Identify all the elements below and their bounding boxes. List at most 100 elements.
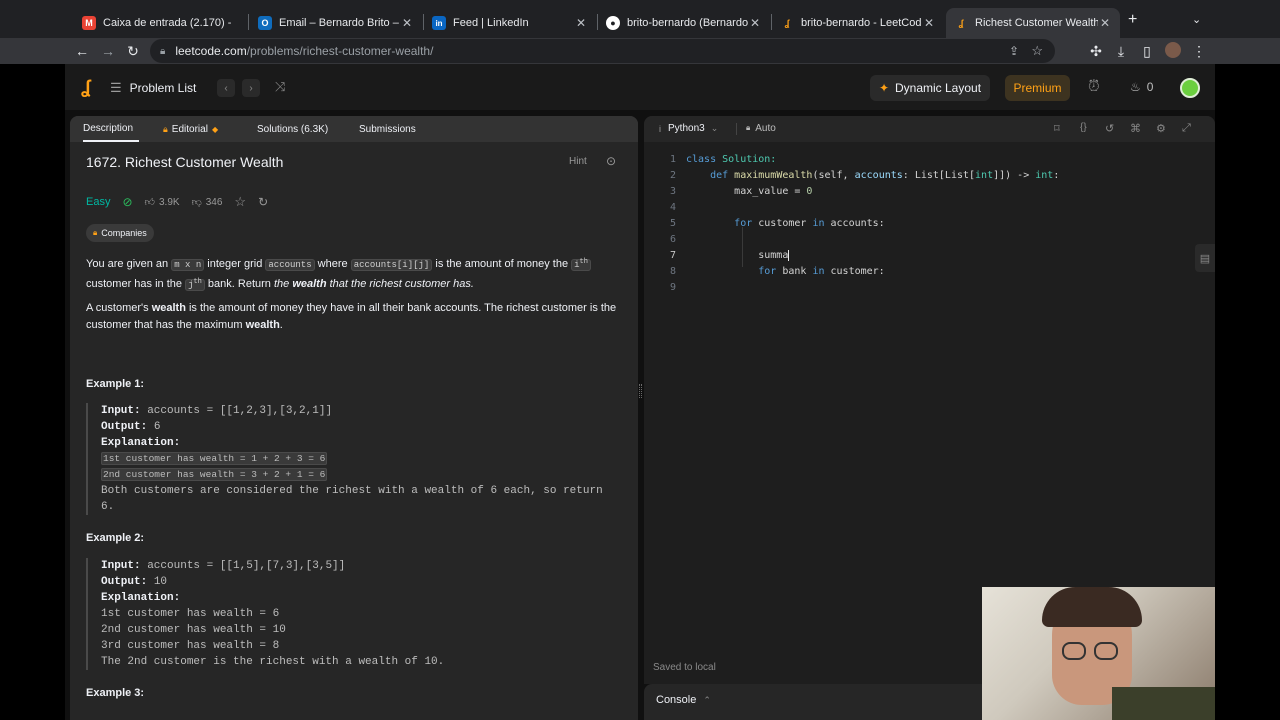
person-shirt-shape [1112,687,1215,720]
more-options-icon[interactable]: ⊙ [606,154,616,168]
notes-sidebar-icon[interactable]: ▤ [1195,244,1215,272]
console-toggle-button[interactable]: Console ⌃ [656,694,711,706]
sidebar-panel-icon[interactable]: ▯ [1138,42,1156,60]
inline-code: m x n [171,259,205,271]
solved-check-icon: ⊘ [122,195,133,209]
line-number: 6 [669,233,676,245]
tab-title: Feed | LinkedIn [453,17,529,29]
browser-menu-icon[interactable]: ⋮ [1190,42,1208,60]
browser-tab-leetcode-profile[interactable]: ʆ brito-bernardo - LeetCode ✕ [772,8,944,38]
browser-tab-gmail[interactable]: M Caixa de entrada (2.170) - [74,8,246,38]
dislike-button[interactable]: 👎︎ 346 [191,196,223,209]
profile-avatar[interactable] [1165,42,1181,58]
text: . [279,319,283,331]
prev-problem-chevron-icon[interactable]: ‹ [217,79,235,97]
browser-tab-strip: M Caixa de entrada (2.170) - O Email – B… [0,0,1280,38]
close-tab-icon[interactable]: ✕ [922,16,936,30]
shortcuts-icon[interactable]: ⌘ [1130,122,1141,135]
code-editor[interactable]: 1 class Solution: 2 def maximumWealth(se… [644,146,1215,646]
close-tab-icon[interactable]: ✕ [748,16,762,30]
address-bar[interactable]: 🔒︎ leetcode.com/problems/richest-custome… [150,39,1055,63]
streak-counter[interactable]: ♨ 0 [1130,80,1153,94]
label: Output: [101,421,148,433]
leetcode-logo-icon[interactable]: ʆ [81,77,91,98]
close-tab-icon[interactable]: ✕ [574,16,588,30]
user-avatar[interactable] [1180,78,1200,98]
example-line: Explanation: [101,590,626,606]
outlook-icon: O [258,16,272,30]
code-line-3: 3 max_value = 0 [644,183,1215,199]
premium-button[interactable]: Premium [1005,75,1070,101]
person-hair-shape [1042,587,1142,627]
type-token: int [975,169,994,181]
hint-button[interactable]: Hint [569,156,587,167]
shuffle-icon[interactable]: ⤨ [275,79,285,95]
language-select[interactable]: Python3 ⌄ [668,123,718,134]
tab-submissions[interactable]: Submissions [359,116,416,142]
code-token: : [1053,169,1060,181]
like-button[interactable]: 👍︎ 3.9K [145,196,180,209]
label: Input: [101,560,141,572]
keyword: for [734,217,753,229]
example-2-block: Input: accounts = [[1,5],[7,3],[3,5]] Ou… [86,558,626,670]
text: You are given an [86,258,172,270]
number-token: 0 [806,185,813,197]
reload-icon[interactable]: ↻ [124,42,142,60]
tab-solutions[interactable]: Solutions (6.3K) [257,116,328,142]
example-line: Both customers are considered the riches… [101,485,603,497]
problem-content: 1672. Richest Customer Wealth Hint ⊙ Eas… [86,154,626,699]
back-arrow-icon[interactable]: ← [73,42,91,60]
video-letterbox-left [0,64,65,720]
keyword: in [812,217,825,229]
autocomplete-mode[interactable]: 🔒︎ Auto [746,123,776,134]
favorite-star-icon[interactable]: ☆ [234,194,246,210]
browser-tab-linkedin[interactable]: in Feed | LinkedIn ✕ [424,8,596,38]
saved-status: Saved to local [653,662,716,673]
problem-meta-row: Easy ⊘ 👍︎ 3.9K 👎︎ 346 ☆ ↻ [86,194,268,210]
browser-toolbar: ← → ↻ 🔒︎ leetcode.com/problems/richest-c… [0,38,1280,64]
next-problem-chevron-icon[interactable]: › [242,79,260,97]
browser-tab-richest-customer[interactable]: ʆ Richest Customer Wealth - ✕ [946,8,1120,38]
forward-arrow-icon[interactable]: → [99,42,117,60]
line-number: 3 [669,185,676,197]
code-token: max_value = [734,185,807,197]
share-icon[interactable]: ↻ [258,195,268,209]
new-tab-icon[interactable]: + [1128,11,1137,29]
label: Explanation: [101,592,181,604]
settings-gear-icon[interactable]: ⚙ [1156,122,1166,135]
braces-icon[interactable]: {} [1080,122,1087,133]
tab-editorial[interactable]: 🔒︎ Editorial ◆ [163,116,218,142]
close-tab-icon[interactable]: ✕ [1098,16,1112,30]
bookmark-star-icon[interactable]: ☆ [1031,43,1043,59]
tab-editorial-label: Editorial [171,123,208,135]
lock-icon: 🔒︎ [163,123,168,134]
fullscreen-icon[interactable]: ⤢ [1182,122,1191,135]
code-token: ]]) -> [993,169,1036,181]
download-icon[interactable]: ⤓ [1112,42,1130,60]
likes-count: 3.9K [158,196,180,208]
reset-icon[interactable]: ↺ [1105,122,1114,135]
flame-icon: ♨ [1130,80,1141,94]
tab-description[interactable]: Description [83,116,139,142]
example-line: 2nd customer has wealth = 10 [101,624,286,636]
problem-list-button[interactable]: ☰ Problem List [110,80,196,96]
problem-list-label: Problem List [129,81,197,95]
tab-search-chevron-icon[interactable]: ⌄ [1192,13,1201,26]
companies-tag[interactable]: 🔒︎ Companies [86,224,154,242]
dynamic-layout-button[interactable]: ✦ Dynamic Layout [870,75,990,101]
thumbs-down-icon: 👎︎ [191,197,202,208]
alarm-clock-icon[interactable]: ⏰︎ [1088,78,1100,95]
code-line-5: 5 for customer in accounts: [644,215,1215,231]
lock-icon: 🔒︎ [746,123,751,132]
bookmark-icon[interactable]: ⌑ [1054,122,1060,135]
close-tab-icon[interactable]: ✕ [400,16,414,30]
code-line-9: 9 [644,279,1215,295]
text: that the richest customer has. [326,278,474,290]
browser-tab-github[interactable]: ● brito-bernardo (Bernardo B ✕ [598,8,770,38]
panel-resize-handle[interactable] [639,384,642,398]
text: where [314,258,351,270]
browser-tab-outlook[interactable]: O Email – Bernardo Brito – Ou ✕ [250,8,422,38]
share-icon[interactable]: ⇪ [1009,44,1019,58]
text: is the amount of money the [432,258,572,270]
extensions-puzzle-icon[interactable]: ✣ [1087,42,1105,60]
